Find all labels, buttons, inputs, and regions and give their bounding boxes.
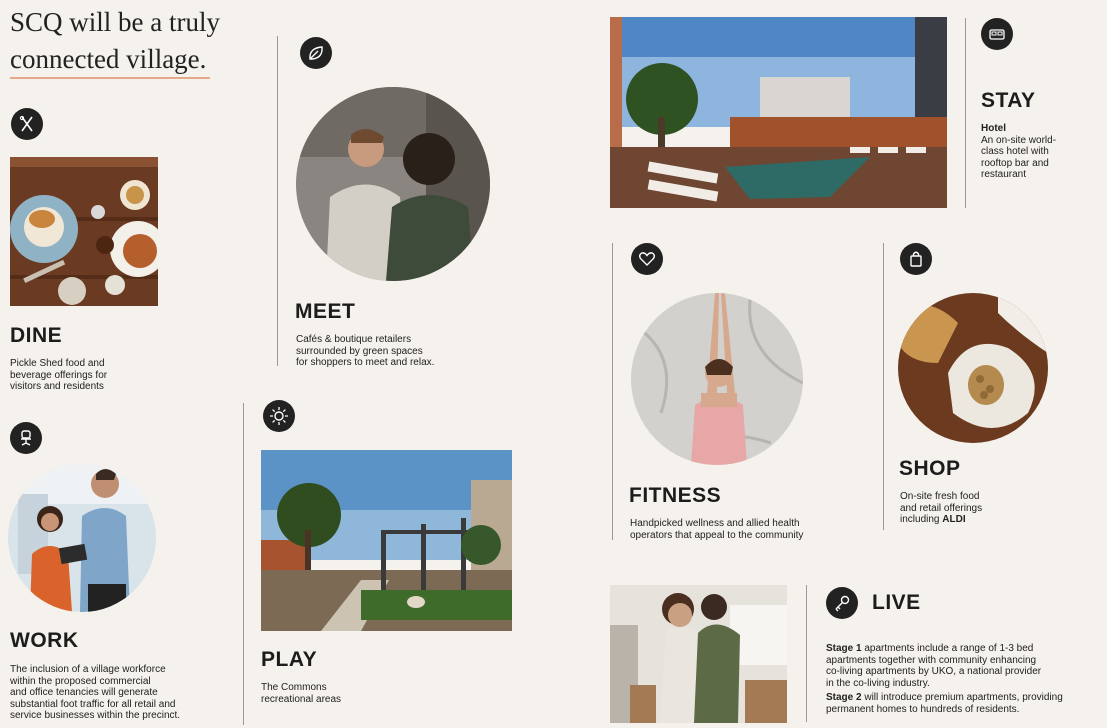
sun-icon: [263, 400, 295, 432]
stay-desc-line: rooftop bar and: [981, 157, 1049, 169]
meet-description: Cafés & boutique retailers surrounded by…: [296, 334, 496, 369]
live-stage1-text: apartments include a range of 1-3 bed: [861, 643, 1034, 654]
dine-photo: [10, 157, 158, 306]
meet-photo: [296, 87, 490, 281]
shop-photo: [898, 293, 1048, 443]
stay-description: Hotel An on-site world- class hotel with…: [981, 123, 1091, 181]
divider: [965, 18, 966, 208]
leaf-icon: [300, 37, 332, 69]
headline-underline: [10, 77, 210, 79]
shop-desc-line: On-site fresh food: [900, 491, 980, 502]
headline-line-1: SCQ will be a truly: [10, 7, 220, 37]
divider: [277, 36, 278, 366]
shop-desc-line: and retail offerings: [900, 502, 983, 514]
live-stage2-text: will introduce premium apartments, provi…: [861, 692, 1063, 703]
fitness-desc-line: operators that appeal to the community: [630, 529, 804, 541]
live-stage1-line: in the co-living industry.: [826, 677, 930, 689]
live-stage1-line: apartments together with community enhan…: [826, 654, 1037, 666]
work-desc-line: and office tenancies will generate: [10, 687, 158, 698]
meet-title: MEET: [295, 300, 356, 323]
live-description: Stage 1 apartments include a range of 1-…: [826, 643, 1104, 715]
dine-title: DINE: [10, 324, 63, 347]
headline-line-2: connected village.: [10, 44, 207, 74]
dine-desc-line: Pickle Shed food and: [10, 358, 105, 369]
work-description: The inclusion of a village workforce wit…: [10, 664, 240, 722]
meet-desc-line: for shoppers to meet and relax.: [296, 357, 435, 368]
fitness-desc-line: Handpicked wellness and allied health: [630, 518, 800, 529]
stay-desc-line: restaurant: [981, 169, 1027, 180]
divider: [883, 243, 884, 530]
stay-subtitle: Hotel: [981, 123, 1006, 134]
divider: [806, 585, 807, 722]
work-desc-line: The inclusion of a village workforce: [10, 664, 166, 675]
fitness-description: Handpicked wellness and allied health op…: [630, 518, 860, 541]
live-stage2-line: Stage 2 will introduce premium apartment…: [826, 692, 1104, 704]
dine-desc-line: beverage offerings for: [10, 369, 108, 381]
live-photo: [610, 585, 787, 723]
stay-desc-line: class hotel with: [981, 146, 1049, 157]
meet-desc-line: surrounded by green spaces: [296, 345, 423, 357]
live-stage2-line: permanent homes to hundreds of residents…: [826, 703, 1020, 715]
play-photo: [261, 450, 512, 631]
shopping-bag-icon: [900, 243, 932, 275]
play-title: PLAY: [261, 648, 318, 671]
work-title: WORK: [10, 629, 79, 652]
live-stage1-label: Stage 1: [826, 643, 862, 654]
live-stage1-line: Stage 1 apartments include a range of 1-…: [826, 643, 1104, 655]
play-desc-line: recreational areas: [261, 693, 342, 705]
shop-desc-prefix: including: [900, 514, 943, 525]
heart-icon: [631, 243, 663, 275]
live-title: LIVE: [872, 591, 921, 614]
meet-desc-line: Cafés & boutique retailers: [296, 334, 412, 345]
headline: SCQ will be a truly connected village.: [10, 4, 240, 78]
bed-icon: [981, 18, 1013, 50]
fitness-photo: [631, 293, 803, 465]
live-stage1-line: co-living apartments by UKO, a national …: [826, 666, 1042, 677]
divider: [243, 403, 244, 725]
shop-desc-line: including ALDI: [900, 514, 1050, 526]
work-desc-line: substantial foot traffic for all retail …: [10, 698, 176, 710]
play-description: The Commons recreational areas: [261, 682, 461, 705]
divider: [612, 243, 613, 540]
work-desc-line: within the proposed commercial: [10, 675, 151, 687]
fitness-title: FITNESS: [629, 484, 722, 507]
shop-description: On-site fresh food and retail offerings …: [900, 491, 1050, 526]
shop-aldi-label: ALDI: [942, 514, 966, 525]
dine-desc-line: visitors and residents: [10, 381, 104, 392]
live-stage2-label: Stage 2: [826, 692, 862, 703]
stay-photo: [610, 17, 947, 208]
work-desc-line: service businesses within the precinct.: [10, 710, 181, 721]
dine-description: Pickle Shed food and beverage offerings …: [10, 358, 170, 393]
desk-chair-icon: [10, 422, 42, 454]
utensils-icon: [11, 108, 43, 140]
shop-title: SHOP: [899, 457, 961, 480]
stay-desc-line: An on-site world-: [981, 134, 1057, 146]
work-photo: [8, 464, 156, 612]
play-desc-line: The Commons: [261, 682, 327, 693]
stay-title: STAY: [981, 89, 1036, 112]
keys-icon: [826, 587, 858, 619]
